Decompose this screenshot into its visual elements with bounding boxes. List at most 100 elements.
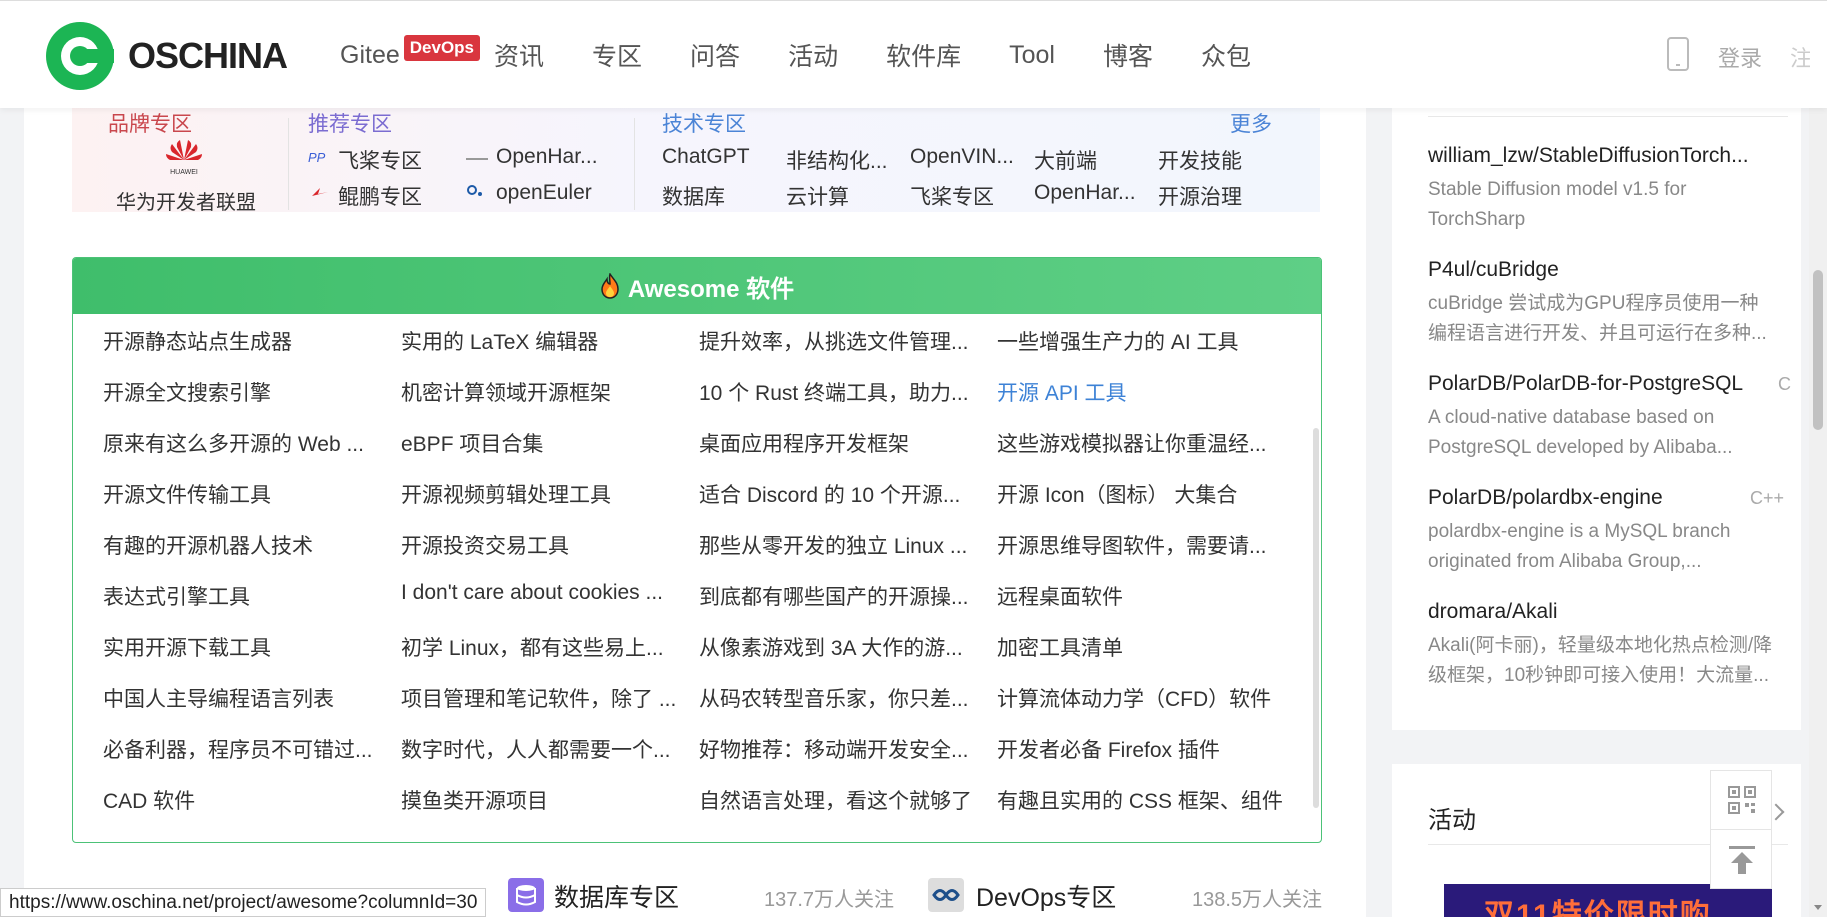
devops-badge: DevOps	[403, 35, 481, 61]
repo-description[interactable]: polardbx-engine is a MySQL branch origin…	[1428, 517, 1788, 577]
nav-item-blog[interactable]: 博客	[1103, 37, 1153, 73]
tech-link[interactable]: 大前端	[1034, 145, 1097, 175]
zone-link-openeuler[interactable]: openEuler	[496, 181, 592, 205]
awesome-item-link[interactable]: 原来有这么多开源的 Web ...	[103, 428, 388, 458]
database-zone-link[interactable]: 数据库专区	[554, 878, 679, 914]
huawei-dev-alliance-label[interactable]: 华为开发者联盟	[116, 186, 256, 215]
nav-item-zones[interactable]: 专区	[592, 37, 642, 73]
repo-description[interactable]: A cloud-native database based on Postgre…	[1428, 403, 1788, 463]
scrollbar-thumb[interactable]	[1813, 270, 1823, 430]
awesome-item-link[interactable]: 一些增强生产力的 AI 工具	[997, 326, 1287, 356]
awesome-item-link[interactable]: 实用的 LaTeX 编辑器	[401, 326, 686, 356]
qr-code-button[interactable]	[1710, 770, 1772, 830]
repo-title[interactable]: william_lzw/StableDiffusionTorch...	[1428, 144, 1778, 168]
awesome-item-link[interactable]: 开源投资交易工具	[401, 530, 686, 560]
repo-title[interactable]: PolarDB/PolarDB-for-PostgreSQL	[1428, 372, 1778, 396]
awesome-item-link[interactable]: 那些从零开发的独立 Linux ...	[699, 530, 984, 560]
awesome-item-link[interactable]: 桌面应用程序开发框架	[699, 428, 984, 458]
awesome-item-link[interactable]: 数字时代，人人都需要一个...	[401, 734, 686, 764]
awesome-item-link[interactable]: 从像素游戏到 3A 大作的游...	[699, 632, 984, 662]
panel-scrollbar[interactable]	[1313, 428, 1319, 808]
tech-link[interactable]: ChatGPT	[662, 145, 750, 169]
awesome-item-link[interactable]: 开源 Icon（图标） 大集合	[997, 479, 1287, 509]
awesome-item-link[interactable]: 有趣的开源机器人技术	[103, 530, 388, 560]
awesome-item-link[interactable]: 自然语言处理，看这个就够了	[699, 785, 984, 815]
more-zones-link[interactable]: 更多	[1230, 108, 1272, 138]
awesome-item-link[interactable]: 开源全文搜索引擎	[103, 377, 388, 407]
tech-zone-heading[interactable]: 技术专区	[662, 108, 746, 138]
repo-title[interactable]: PolarDB/polardbx-engine	[1428, 486, 1778, 510]
awesome-item-link[interactable]: 项目管理和笔记软件，除了 ...	[401, 683, 686, 713]
awesome-item-link[interactable]: 好物推荐：移动端开发安全...	[699, 734, 984, 764]
awesome-item-link[interactable]: 摸鱼类开源项目	[401, 785, 686, 815]
awesome-item-link[interactable]: 初学 Linux，都有这些易上...	[401, 632, 686, 662]
scroll-down-arrow-icon[interactable]	[1814, 905, 1822, 910]
awesome-item-link[interactable]: 加密工具清单	[997, 632, 1287, 662]
awesome-item-link[interactable]: 中国人主导编程语言列表	[103, 683, 388, 713]
register-link[interactable]: 注册	[1790, 41, 1810, 73]
nav-item-news[interactable]: 资讯	[494, 37, 544, 73]
awesome-item-link[interactable]: 开发者必备 Firefox 插件	[997, 734, 1287, 764]
awesome-item-link[interactable]: 这些游戏模拟器让你重温经...	[997, 428, 1287, 458]
recommend-zone-heading[interactable]: 推荐专区	[308, 108, 392, 138]
divider	[288, 118, 289, 210]
repo-desc-line: Stable Diffusion model v1.5 for	[1428, 179, 1687, 200]
awesome-item-link[interactable]: 有趣且实用的 CSS 框架、组件	[997, 785, 1287, 815]
awesome-item-link[interactable]: 开源文件传输工具	[103, 479, 388, 509]
nav-item-crowdsourcing[interactable]: 众包	[1201, 37, 1251, 73]
awesome-item-link[interactable]: eBPF 项目合集	[401, 428, 686, 458]
awesome-item-link[interactable]: 开源 API 工具	[997, 377, 1287, 407]
awesome-item-link[interactable]: 表达式引擎工具	[103, 581, 388, 611]
repo-title[interactable]: dromara/Akali	[1428, 600, 1778, 624]
tech-link[interactable]: 非结构化...	[786, 145, 888, 175]
huawei-logo-icon[interactable]: HUAWEI	[162, 138, 206, 178]
svg-text:HUAWEI: HUAWEI	[170, 169, 198, 176]
awesome-item-link[interactable]: 到底都有哪些国产的开源操...	[699, 581, 984, 611]
repo-title[interactable]: P4ul/cuBridge	[1428, 258, 1778, 282]
tech-link[interactable]: 飞桨专区	[910, 181, 994, 211]
nav-item-gitee[interactable]: Gitee DevOps	[340, 35, 481, 70]
brand-zone-heading[interactable]: 品牌专区	[108, 108, 192, 138]
repo-language: C	[1778, 374, 1791, 394]
awesome-item-link[interactable]: 必备利器，程序员不可错过...	[103, 734, 388, 764]
repo-description[interactable]: cuBridge 尝试成为GPU程序员使用一种 编程语言进行开发、并且可运行在多…	[1428, 289, 1788, 349]
awesome-item-link[interactable]: 从码农转型音乐家，你只差...	[699, 683, 984, 713]
awesome-item-link[interactable]: 开源思维导图软件，需要请...	[997, 530, 1287, 560]
tech-link[interactable]: 开发技能	[1158, 145, 1242, 175]
zone-link-openharmony[interactable]: OpenHar...	[496, 145, 598, 169]
awesome-item-link[interactable]: 开源视频剪辑处理工具	[401, 479, 686, 509]
awesome-item-link[interactable]: 机密计算领域开源框架	[401, 377, 686, 407]
awesome-item-link[interactable]: 适合 Discord 的 10 个开源...	[699, 479, 984, 509]
tech-link[interactable]: OpenHar...	[1034, 181, 1136, 205]
nav-item-software[interactable]: 软件库	[886, 37, 961, 73]
mobile-phone-icon[interactable]	[1667, 37, 1689, 71]
awesome-item-link[interactable]: 提升效率，从挑选文件管理...	[699, 326, 984, 356]
tech-link[interactable]: 云计算	[786, 181, 849, 211]
oschina-logo[interactable]: OSCHINA	[46, 21, 288, 91]
nav-item-tool[interactable]: Tool	[1009, 41, 1055, 70]
awesome-item-link[interactable]: I don't care about cookies ...	[401, 581, 686, 605]
repo-description[interactable]: Stable Diffusion model v1.5 for TorchSha…	[1428, 175, 1788, 235]
devops-icon	[928, 878, 964, 912]
devops-zone-link[interactable]: DevOps专区	[976, 878, 1116, 914]
main-nav: Gitee DevOps 资讯 专区 问答 活动 软件库 Tool 博客 众包	[340, 1, 1299, 109]
repo-description[interactable]: Akali(阿卡丽)，轻量级本地化热点检测/降 级框架，10秒钟即可接入使用！大…	[1428, 631, 1788, 691]
nav-item-events[interactable]: 活动	[788, 37, 838, 73]
awesome-item-link[interactable]: 实用开源下载工具	[103, 632, 388, 662]
awesome-item-link[interactable]: 开源静态站点生成器	[103, 326, 388, 356]
tech-link[interactable]: 数据库	[662, 181, 725, 211]
awesome-item-link[interactable]: 10 个 Rust 终端工具，助力...	[699, 377, 984, 407]
awesome-item-link[interactable]: 远程桌面软件	[997, 581, 1287, 611]
back-to-top-button[interactable]	[1710, 829, 1772, 889]
page-scrollbar[interactable]	[1809, 0, 1827, 917]
zone-link-kunpeng[interactable]: 鲲鹏专区	[338, 181, 422, 211]
tech-link[interactable]: OpenVIN...	[910, 145, 1014, 169]
paddle-icon: PP	[308, 150, 326, 164]
login-link[interactable]: 登录	[1718, 41, 1762, 73]
awesome-item-link[interactable]: CAD 软件	[103, 785, 388, 815]
zone-link-paddle[interactable]: 飞桨专区	[338, 145, 422, 175]
nav-item-qa[interactable]: 问答	[690, 37, 740, 73]
tech-link[interactable]: 开源治理	[1158, 181, 1242, 211]
awesome-item-link[interactable]: 计算流体动力学（CFD）软件	[997, 683, 1287, 713]
repo-language: C++	[1750, 488, 1785, 508]
